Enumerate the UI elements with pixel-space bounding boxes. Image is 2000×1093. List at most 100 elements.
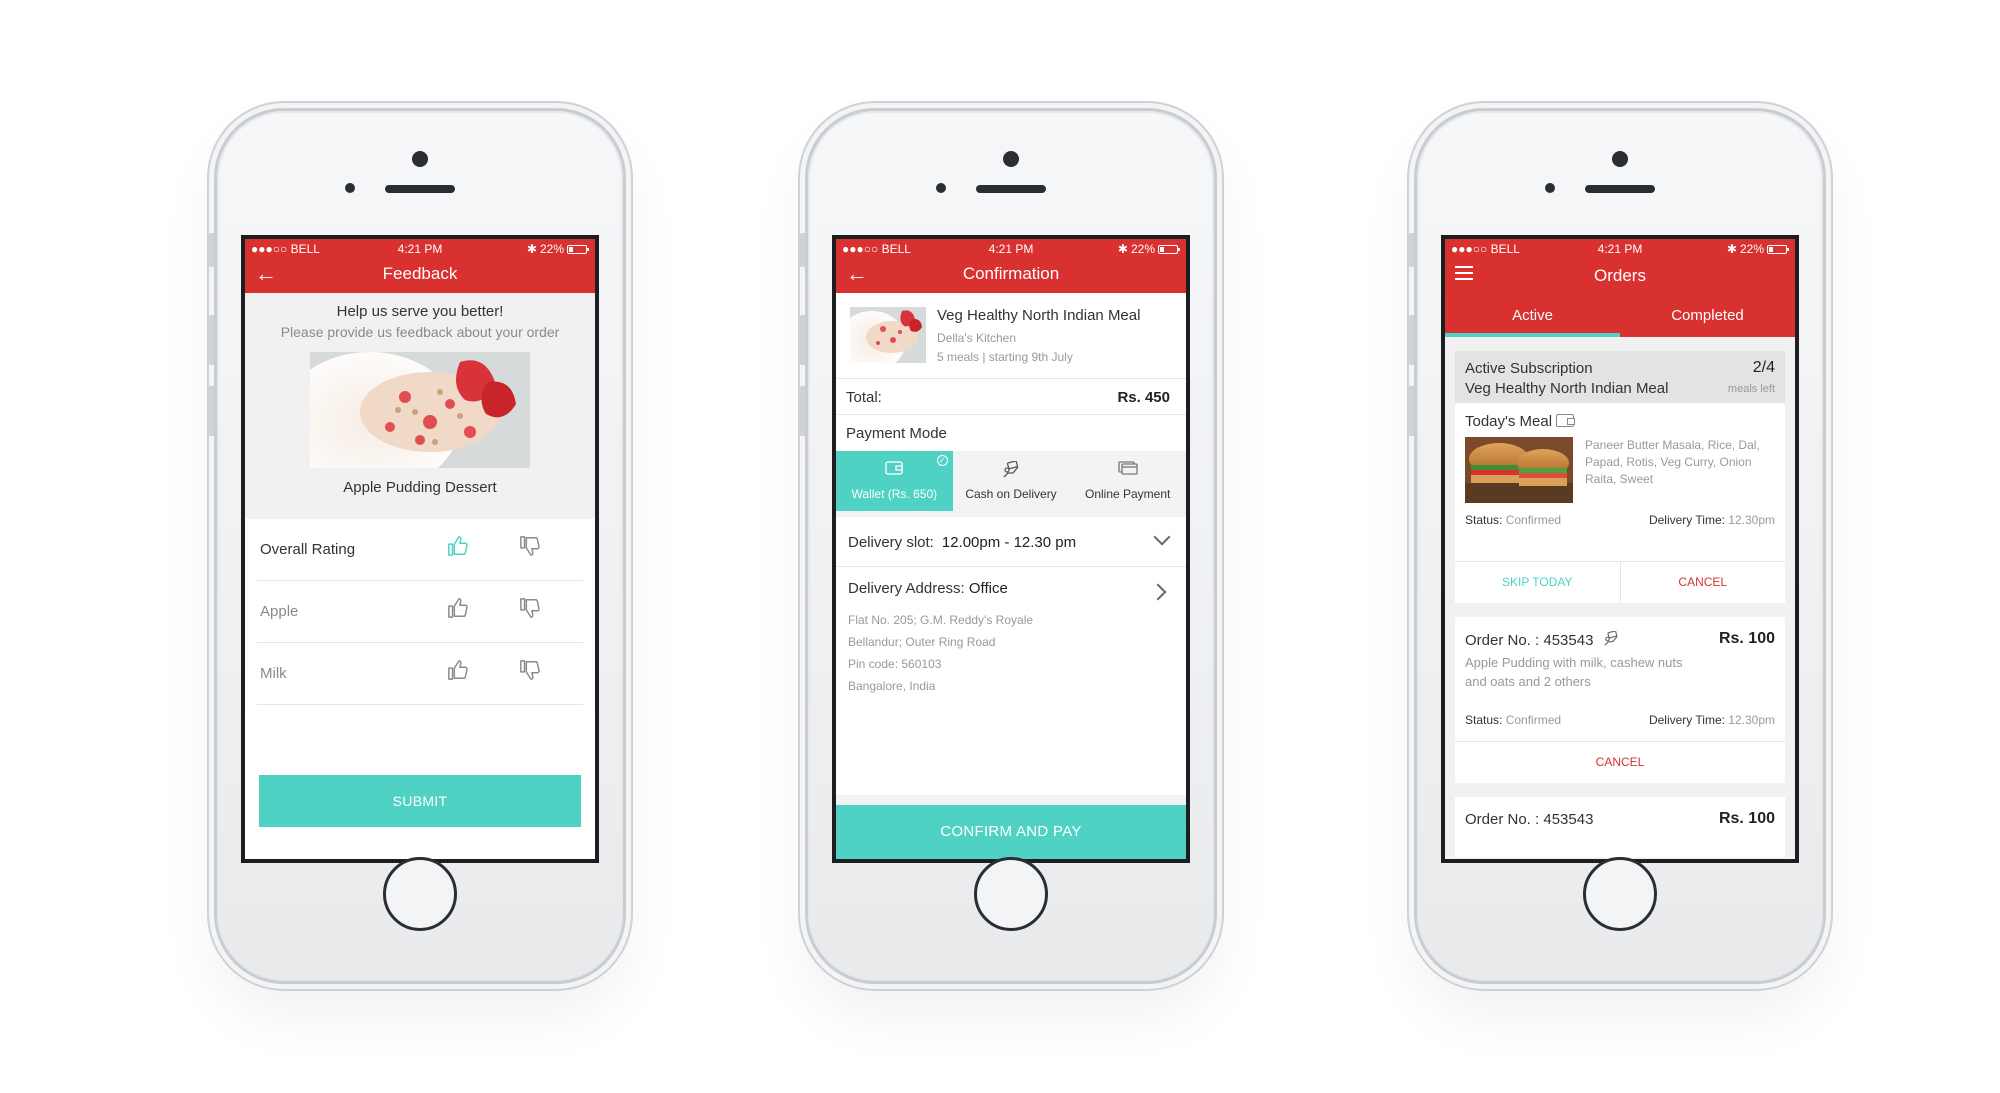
cancel-button[interactable]: CANCEL bbox=[1619, 562, 1786, 603]
status-label: Status: bbox=[1465, 713, 1503, 727]
feedback-intro: Help us serve you better! Please provide… bbox=[245, 293, 595, 519]
menu-icon[interactable] bbox=[1455, 266, 1473, 280]
bluetooth-icon: ✱ bbox=[1117, 242, 1128, 256]
proximity-sensor bbox=[1545, 183, 1555, 193]
earpiece-speaker bbox=[976, 185, 1046, 193]
todays-meal-label: Today's Meal bbox=[1465, 413, 1553, 430]
subscription-meal: Veg Healthy North Indian Meal bbox=[1465, 380, 1669, 397]
rating-label: Overall Rating bbox=[260, 541, 356, 558]
battery-icon bbox=[1767, 244, 1789, 254]
meal-description: Paneer Butter Masala, Rice, Dal, Papad, … bbox=[1585, 438, 1760, 486]
payment-option-wallet[interactable]: ✓ Wallet (Rs. 650) bbox=[836, 451, 953, 511]
address-label: Delivery Address: bbox=[848, 580, 965, 597]
delivery-address[interactable]: Delivery Address: Office Flat No. 205; G… bbox=[836, 567, 1186, 795]
status-bar: ●●●○○ BELL 4:21 PM ✱ 22% bbox=[1445, 239, 1795, 257]
status-right: ✱ 22% bbox=[527, 242, 589, 256]
orders-list: Active Subscription Veg Healthy North In… bbox=[1445, 337, 1795, 857]
feedback-screen: ●●●○○ BELL 4:21 PM ✱ 22% ← Feedback Help… bbox=[241, 235, 599, 863]
order-card: Order No. : 453543 Rs. 100 bbox=[1455, 797, 1785, 857]
confirm-and-pay-button[interactable]: CONFIRM AND PAY bbox=[836, 805, 1186, 859]
app-header: ●●●○○ BELL 4:21 PM ✱ 22% ← Confirmation bbox=[836, 239, 1186, 293]
mute-switch bbox=[1408, 233, 1414, 267]
home-button bbox=[383, 857, 457, 931]
rating-row-milk: Milk bbox=[257, 643, 583, 705]
status-value: Confirmed bbox=[1505, 713, 1562, 727]
address-line: Flat No. 205; G.M. Reddy's Royale bbox=[848, 613, 1034, 627]
payment-options: ✓ Wallet (Rs. 650) Cash on Delivery Onli… bbox=[836, 451, 1186, 511]
order-number-text: Order No. : 453543 bbox=[1465, 632, 1594, 649]
tab-active[interactable]: Active bbox=[1445, 297, 1620, 337]
order-price: Rs. 100 bbox=[1718, 810, 1775, 827]
rating-label: Apple bbox=[260, 603, 299, 620]
delivery-slot-value: 12.00pm - 12.30 pm bbox=[941, 534, 1077, 551]
thumbs-down-icon[interactable] bbox=[519, 535, 541, 561]
skip-today-button[interactable]: SKIP TODAY bbox=[1455, 562, 1620, 603]
battery-icon bbox=[567, 244, 589, 254]
title-bar: Orders bbox=[1445, 257, 1795, 297]
meal-plan: 5 meals | starting 9th July bbox=[937, 350, 1073, 364]
page-title: Orders bbox=[1594, 266, 1646, 285]
thumbs-down-icon[interactable] bbox=[519, 597, 541, 623]
phone-feedback: ●●●○○ BELL 4:21 PM ✱ 22% ← Feedback Help… bbox=[208, 108, 626, 984]
thumbs-down-icon[interactable] bbox=[519, 659, 541, 685]
battery-percent: 22% bbox=[1739, 242, 1764, 256]
tab-completed[interactable]: Completed bbox=[1620, 297, 1795, 337]
status-time: 4:21 PM bbox=[397, 242, 443, 256]
mute-switch bbox=[799, 233, 805, 267]
cancel-button[interactable]: CANCEL bbox=[1455, 742, 1785, 783]
volume-down-button bbox=[1408, 386, 1414, 436]
volume-down-button bbox=[799, 386, 805, 436]
meal-photo bbox=[1465, 437, 1573, 503]
status-time: 4:21 PM bbox=[1597, 242, 1643, 256]
total-row: Total: Rs. 450 bbox=[836, 379, 1186, 415]
payment-option-cash[interactable]: Cash on Delivery bbox=[953, 451, 1070, 511]
volume-down-button bbox=[208, 386, 214, 436]
meals-progress: 2/4 bbox=[1752, 359, 1775, 376]
volume-up-button bbox=[208, 315, 214, 365]
title-bar: ← Confirmation bbox=[836, 257, 1186, 293]
total-label: Total: bbox=[846, 389, 882, 406]
volume-up-button bbox=[1408, 315, 1414, 365]
delivery-time-value: 12.30pm bbox=[1728, 713, 1775, 727]
payment-option-online[interactable]: Online Payment bbox=[1069, 451, 1186, 511]
total-value: Rs. 450 bbox=[1117, 389, 1170, 406]
front-camera bbox=[1003, 151, 1019, 167]
feedback-subheading: Please provide us feedback about your or… bbox=[280, 324, 560, 340]
address-line: Bangalore, India bbox=[848, 679, 936, 693]
payment-mode-label: Payment Mode bbox=[846, 425, 947, 442]
back-arrow-icon[interactable]: ← bbox=[846, 257, 868, 291]
carrier-label: ●●●○○ BELL bbox=[1451, 242, 1520, 256]
wallet-icon bbox=[885, 461, 903, 478]
front-camera bbox=[412, 151, 428, 167]
thumbs-up-icon[interactable] bbox=[447, 535, 469, 561]
submit-button[interactable]: SUBMIT bbox=[259, 775, 581, 827]
carrier-label: ●●●○○ BELL bbox=[842, 242, 911, 256]
back-arrow-icon[interactable]: ← bbox=[255, 257, 277, 291]
card-icon bbox=[1118, 461, 1138, 478]
rating-row-apple: Apple bbox=[257, 581, 583, 643]
rating-list: Overall Rating Apple Milk bbox=[245, 519, 595, 705]
thumbs-up-icon[interactable] bbox=[447, 597, 469, 623]
app-header: ●●●○○ BELL 4:21 PM ✱ 22% Orders bbox=[1445, 239, 1795, 297]
subscription-label: Active Subscription bbox=[1465, 360, 1593, 377]
battery-percent: 22% bbox=[1130, 242, 1155, 256]
status-time: 4:21 PM bbox=[988, 242, 1034, 256]
mute-switch bbox=[208, 233, 214, 267]
delivery-slot-selector[interactable]: Delivery slot: 12.00pm - 12.30 pm bbox=[836, 517, 1186, 567]
phone-confirmation: ●●●○○ BELL 4:21 PM ✱ 22% ← Confirmation bbox=[799, 108, 1217, 984]
order-item: Veg Healthy North Indian Meal Della's Ki… bbox=[836, 293, 1186, 379]
earpiece-speaker bbox=[385, 185, 455, 193]
confirmation-screen: ●●●○○ BELL 4:21 PM ✱ 22% ← Confirmation bbox=[832, 235, 1190, 863]
status-value: Confirmed bbox=[1505, 513, 1562, 527]
proximity-sensor bbox=[345, 183, 355, 193]
thumbs-up-icon[interactable] bbox=[447, 659, 469, 685]
todays-meal-heading: Today's Meal bbox=[1465, 413, 1576, 430]
rating-row-overall: Overall Rating bbox=[257, 519, 583, 581]
order-tabs: Active Completed bbox=[1445, 297, 1795, 337]
home-button bbox=[974, 857, 1048, 931]
cash-icon bbox=[1603, 630, 1618, 646]
item-thumbnail bbox=[850, 307, 926, 363]
app-header: ●●●○○ BELL 4:21 PM ✱ 22% ← Feedback bbox=[245, 239, 595, 293]
item-name: Veg Healthy North Indian Meal bbox=[937, 307, 1141, 324]
chevron-down-icon bbox=[1153, 528, 1171, 546]
